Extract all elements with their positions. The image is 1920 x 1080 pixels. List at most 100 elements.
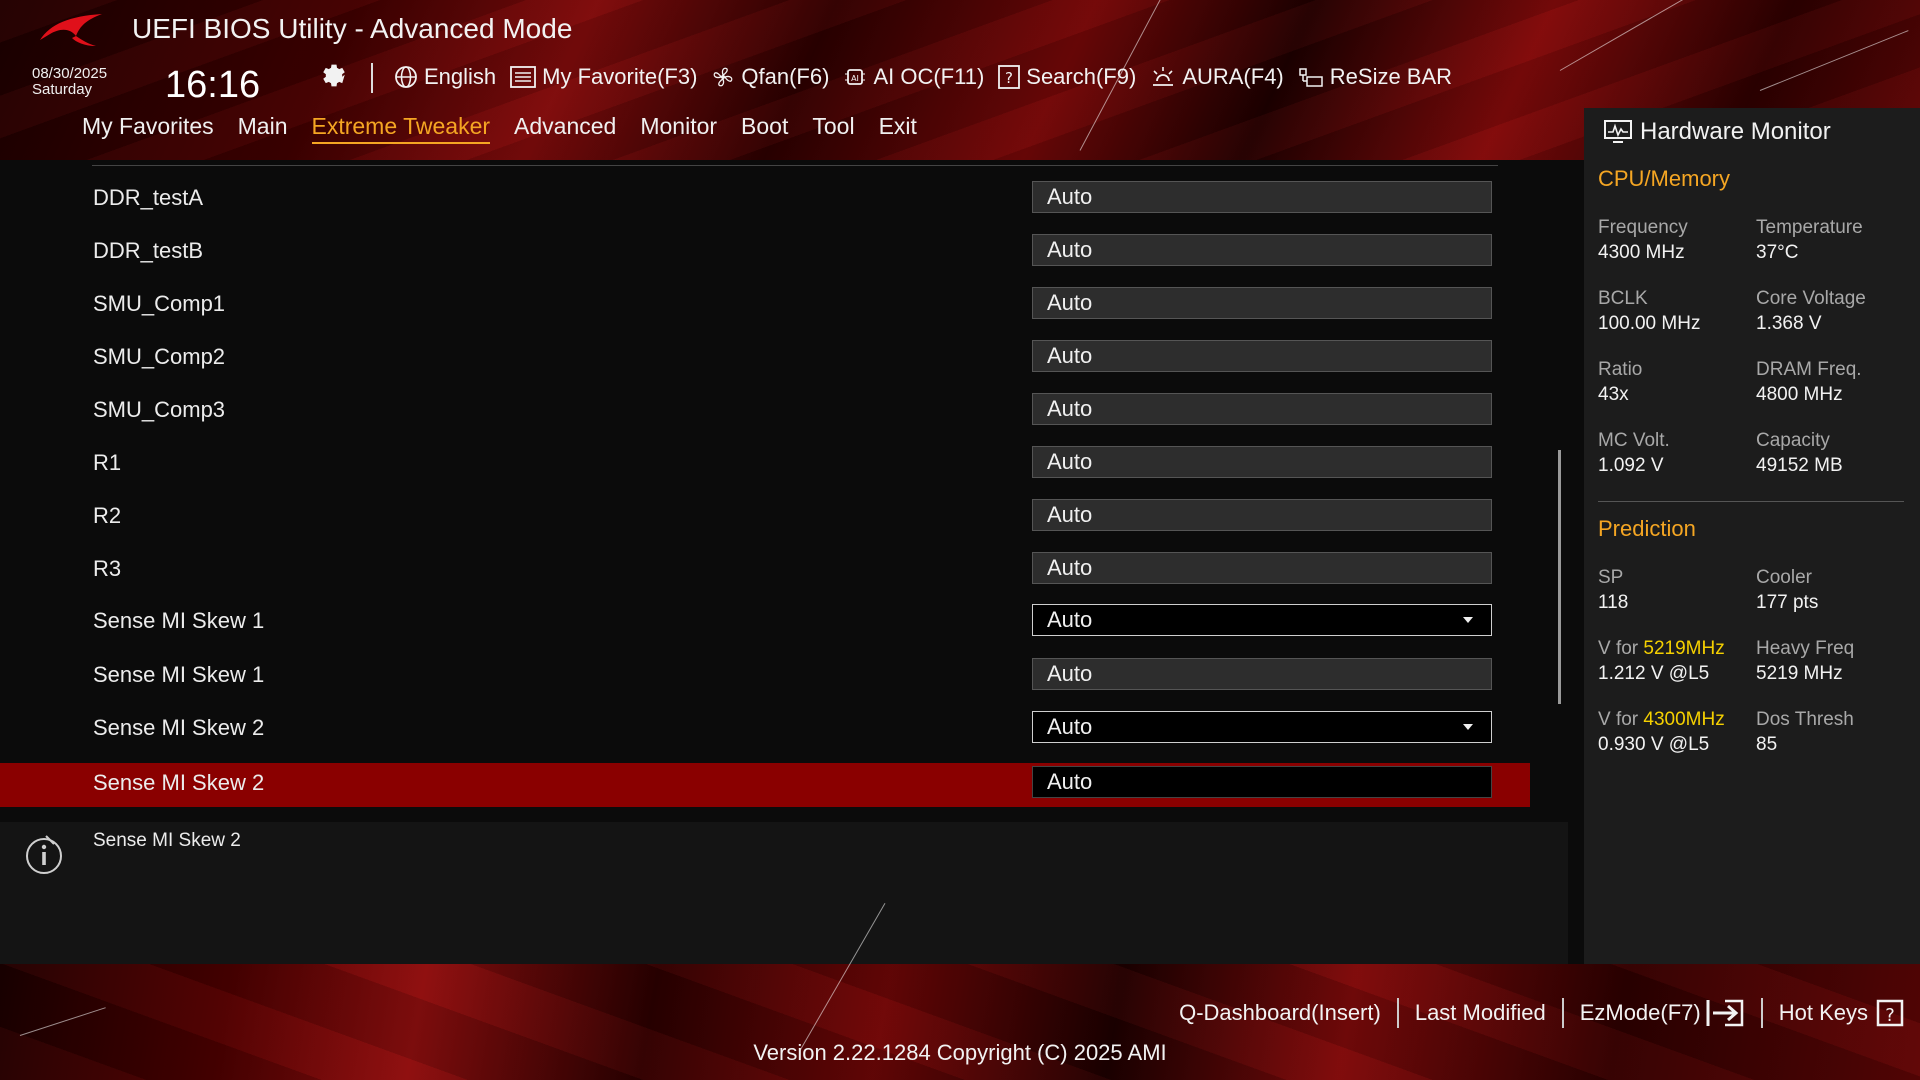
ratio-label: Ratio (1598, 359, 1643, 380)
setting-row[interactable]: R2 Auto (0, 496, 1530, 540)
tab-advanced[interactable]: Advanced (514, 113, 616, 144)
setting-value-field[interactable]: Auto (1032, 766, 1492, 798)
chevron-down-icon (1463, 724, 1473, 730)
qfan-button[interactable]: Qfan(F6) (711, 64, 829, 90)
date-text: 08/30/2025 (32, 65, 108, 82)
exit-arrow-icon (1706, 999, 1743, 1027)
setting-dropdown[interactable]: Auto (1032, 711, 1492, 743)
setting-row[interactable]: DDR_testB Auto (0, 231, 1530, 275)
q-dashboard-button[interactable]: Q-Dashboard(Insert) (1179, 1000, 1381, 1026)
setting-value-field[interactable]: Auto (1032, 499, 1492, 531)
mc-volt-value: 1.092 V (1598, 455, 1664, 476)
temperature-value: 37°C (1756, 242, 1799, 263)
my-favorite-button[interactable]: My Favorite(F3) (510, 64, 697, 90)
setting-row[interactable]: SMU_Comp1 Auto (0, 284, 1530, 328)
setting-row[interactable]: R1 Auto (0, 443, 1530, 487)
resize-bar-label: ReSize BAR (1329, 64, 1453, 89)
gear-icon[interactable] (318, 58, 348, 88)
date-display: 08/30/2025 Saturday (32, 66, 107, 98)
dos-thresh-value: 85 (1756, 734, 1778, 755)
setting-row[interactable]: Sense MI Skew 1 Auto (0, 601, 1530, 645)
setting-value-field[interactable]: Auto (1032, 658, 1492, 690)
setting-label: Sense MI Skew 1 (93, 608, 265, 633)
footer-bar: Q-Dashboard(Insert) Last Modified EzMode… (0, 964, 1920, 1080)
footer-divider (1760, 998, 1763, 1028)
toolbar-divider (371, 63, 373, 93)
tab-extreme-tweaker[interactable]: Extreme Tweaker (311, 113, 491, 144)
ai-oc-button[interactable]: AI AI OC(F11) (843, 64, 984, 90)
search-button[interactable]: ? Search(F9) (998, 64, 1136, 90)
setting-label: Sense MI Skew 1 (93, 662, 265, 687)
sp-value: 118 (1598, 592, 1629, 613)
cooler-label: Cooler (1756, 567, 1812, 588)
setting-value-field[interactable]: Auto (1032, 446, 1492, 478)
svg-text:?: ? (1885, 1005, 1895, 1026)
ezmode-label: EzMode(F7) (1579, 1000, 1701, 1025)
language-button[interactable]: English (394, 64, 496, 90)
hardware-monitor-header: Hardware Monitor (1604, 118, 1831, 146)
ai-oc-label: AI OC(F11) (873, 64, 985, 89)
setting-label: SMU_Comp1 (93, 291, 226, 316)
setting-value-field[interactable]: Auto (1032, 234, 1492, 266)
dropdown-value: Auto (1047, 607, 1093, 632)
setting-row[interactable]: SMU_Comp3 Auto (0, 390, 1530, 434)
tab-my-favorites[interactable]: My Favorites (82, 113, 214, 144)
my-favorite-label: My Favorite(F3) (542, 64, 698, 89)
v-for-label-2: V for 4300MHz (1598, 709, 1725, 731)
setting-value-field[interactable]: Auto (1032, 552, 1492, 584)
tab-tool[interactable]: Tool (812, 113, 854, 144)
capacity-label: Capacity (1756, 430, 1830, 451)
setting-row[interactable]: R3 Auto (0, 549, 1530, 593)
bclk-value: 100.00 MHz (1598, 313, 1701, 334)
tab-boot[interactable]: Boot (741, 113, 788, 144)
setting-value-field[interactable]: Auto (1032, 287, 1492, 319)
core-voltage-value: 1.368 V (1756, 313, 1822, 334)
globe-icon (395, 66, 417, 88)
cpu-memory-heading: CPU/Memory (1598, 166, 1731, 191)
v-for-frequency: 4300MHz (1643, 709, 1725, 730)
setting-row-selected[interactable]: Sense MI Skew 2 Auto (0, 763, 1530, 807)
setting-value-field[interactable]: Auto (1032, 181, 1492, 213)
setting-label: Sense MI Skew 2 (93, 715, 265, 740)
bclk-label: BCLK (1598, 288, 1648, 309)
ratio-value: 43x (1598, 384, 1629, 405)
ezmode-button[interactable]: EzMode(F7) (1580, 998, 1745, 1028)
setting-dropdown[interactable]: Auto (1032, 604, 1492, 636)
last-modified-button[interactable]: Last Modified (1415, 1000, 1546, 1026)
setting-label: SMU_Comp2 (93, 344, 226, 369)
setting-row[interactable]: SMU_Comp2 Auto (0, 337, 1530, 381)
setting-label: R2 (93, 503, 122, 528)
setting-row[interactable]: DDR_testA Auto (0, 178, 1530, 222)
dropdown-value: Auto (1047, 714, 1093, 739)
tab-exit[interactable]: Exit (879, 113, 917, 144)
setting-value-field[interactable]: Auto (1032, 393, 1492, 425)
footer-links: Q-Dashboard(Insert) Last Modified EzMode… (1179, 998, 1904, 1028)
aura-button[interactable]: AURA(F4) (1150, 64, 1284, 90)
resize-bar-button[interactable]: ReSize BAR (1298, 64, 1452, 90)
setting-row[interactable]: Sense MI Skew 2 Auto (0, 708, 1530, 752)
setting-label: Sense MI Skew 2 (93, 770, 265, 795)
scrollbar[interactable] (1558, 450, 1561, 704)
setting-value-field[interactable]: Auto (1032, 340, 1492, 372)
app-title: UEFI BIOS Utility - Advanced Mode (132, 13, 573, 44)
search-label: Search(F9) (1026, 64, 1137, 89)
setting-row[interactable]: Sense MI Skew 1 Auto (0, 655, 1530, 699)
heavy-freq-value: 5219 MHz (1756, 663, 1843, 684)
clock-display: 16:16 (165, 64, 261, 106)
tab-monitor[interactable]: Monitor (640, 113, 717, 144)
ai-chip-icon: AI (845, 69, 866, 85)
tab-main[interactable]: Main (238, 113, 288, 144)
sp-label: SP (1598, 567, 1624, 588)
prediction-heading: Prediction (1598, 516, 1696, 541)
v-for-value-2: 0.930 V @L5 (1598, 734, 1710, 755)
hot-keys-button[interactable]: Hot Keys ? (1779, 999, 1904, 1027)
day-text: Saturday (32, 81, 93, 98)
v-for-prefix: V for (1598, 638, 1639, 659)
hot-keys-label: Hot Keys (1778, 1000, 1868, 1025)
help-search-icon: ? (998, 65, 1021, 89)
setting-label: DDR_testA (93, 185, 204, 210)
settings-panel: DDR_testA Auto DDR_testB Auto SMU_Comp1 … (0, 160, 1568, 815)
setting-label: SMU_Comp3 (93, 397, 226, 422)
help-text: Sense MI Skew 2 (93, 830, 241, 851)
frequency-label: Frequency (1598, 217, 1688, 238)
